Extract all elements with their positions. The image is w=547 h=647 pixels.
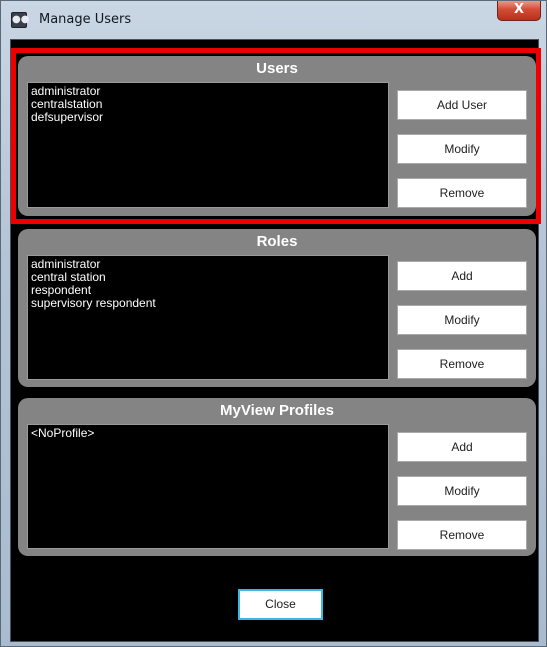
modify-user-button[interactable]: Modify <box>397 134 527 164</box>
remove-profile-button[interactable]: Remove <box>397 520 527 550</box>
roles-group-title: Roles <box>256 233 298 250</box>
users-group: Users administrator centralstation defsu… <box>18 56 536 216</box>
modify-profile-button[interactable]: Modify <box>397 476 527 506</box>
close-window-button[interactable]: X <box>497 1 541 21</box>
list-item[interactable]: defsupervisor <box>31 111 388 124</box>
remove-role-button[interactable]: Remove <box>397 349 527 379</box>
add-role-button[interactable]: Add <box>397 261 527 291</box>
remove-user-button[interactable]: Remove <box>397 178 527 208</box>
profiles-group-title: MyView Profiles <box>220 402 334 419</box>
window-title: Manage Users <box>39 12 132 27</box>
profiles-list[interactable]: <NoProfile> <box>27 424 389 549</box>
add-user-button[interactable]: Add User <box>397 90 527 120</box>
list-item[interactable]: supervisory respondent <box>31 297 388 310</box>
users-icon: ●● <box>11 12 29 28</box>
title-bar[interactable]: ●● Manage Users X <box>1 1 546 39</box>
add-profile-button[interactable]: Add <box>397 432 527 462</box>
profiles-group: MyView Profiles <NoProfile> Add Modify R… <box>18 398 536 556</box>
modify-role-button[interactable]: Modify <box>397 305 527 335</box>
list-item[interactable]: <NoProfile> <box>31 427 388 440</box>
close-button[interactable]: Close <box>238 589 323 620</box>
users-list[interactable]: administrator centralstation defsupervis… <box>27 82 389 208</box>
roles-group: Roles administrator central station resp… <box>18 229 536 387</box>
users-group-title: Users <box>256 60 298 77</box>
roles-list[interactable]: administrator central station respondent… <box>27 255 389 380</box>
